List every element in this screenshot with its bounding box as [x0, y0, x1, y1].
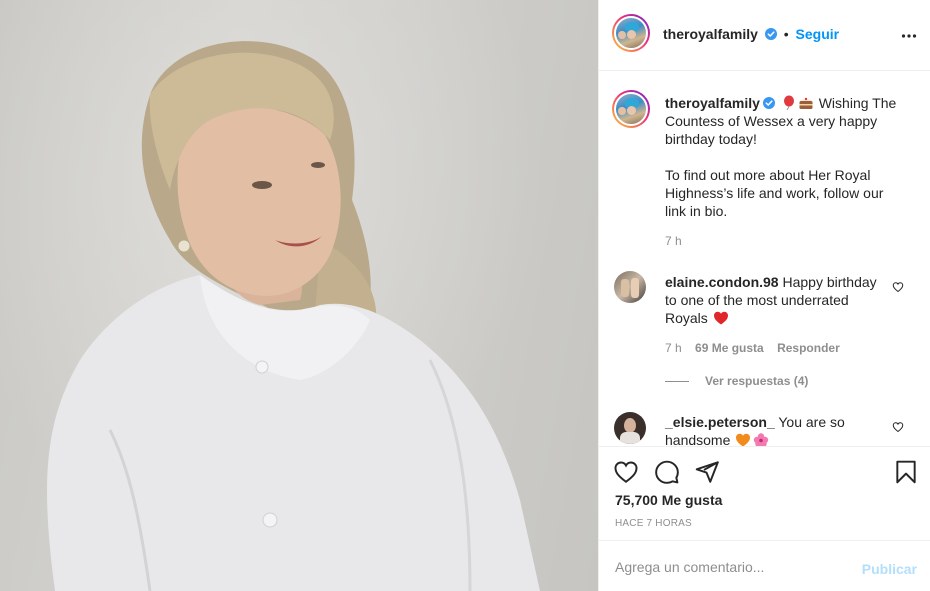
comment-input[interactable] — [615, 557, 845, 577]
caption: theroyalfamily Wishing The Countess of W… — [665, 94, 905, 250]
likes-count[interactable]: 75,700 Me gusta — [615, 492, 722, 508]
comment: elaine.condon.98 Happy birthday to one o… — [665, 273, 885, 327]
comment-meta: 7 h 69 Me gusta Responder — [665, 341, 850, 355]
verified-badge-icon — [764, 28, 777, 40]
comment: _elsie.peterson_ You are so handsome — [665, 413, 885, 446]
replies-divider — [665, 380, 689, 382]
author-username[interactable]: theroyalfamily — [663, 26, 758, 42]
follow-button[interactable]: Seguir — [796, 26, 840, 42]
heart-icon[interactable] — [613, 459, 639, 485]
comment-time[interactable]: 7 h — [665, 341, 682, 355]
commenter-avatar[interactable] — [614, 271, 646, 303]
post-timestamp[interactable]: HACE 7 HORAS — [615, 518, 692, 529]
caption-avatar[interactable] — [612, 90, 650, 128]
orange-heart-emoji — [736, 433, 751, 446]
verified-badge-icon — [762, 97, 775, 109]
publish-button[interactable]: Publicar — [862, 561, 917, 577]
post-details-panel: theroyalfamily • Seguir theroyalfamily W… — [598, 0, 930, 591]
bookmark-icon[interactable] — [893, 459, 919, 485]
like-comment-heart-icon[interactable] — [892, 421, 904, 433]
commenter-avatar[interactable] — [614, 412, 646, 444]
caption-time[interactable]: 7 h — [665, 232, 905, 250]
post-photo[interactable] — [0, 0, 598, 591]
more-options-icon[interactable] — [901, 28, 917, 44]
view-replies-label: Ver respuestas (4) — [705, 374, 809, 388]
reply-button[interactable]: Responder — [777, 341, 840, 355]
like-comment-heart-icon[interactable] — [892, 281, 904, 293]
comment-icon[interactable] — [654, 459, 680, 485]
red-heart-emoji — [713, 311, 728, 325]
portrait-illustration — [47, 41, 541, 591]
caption-text-line2: To find out more about Her Royal Highnes… — [665, 167, 884, 219]
post-header: theroyalfamily • Seguir — [599, 0, 930, 71]
add-comment-bar: Publicar — [599, 540, 930, 591]
balloon-emoji — [783, 95, 794, 111]
author-avatar[interactable] — [612, 14, 650, 52]
comment-likes[interactable]: 69 Me gusta — [695, 341, 764, 355]
view-replies-button[interactable]: Ver respuestas (4) — [665, 374, 808, 388]
cake-emoji — [799, 97, 813, 109]
hibiscus-emoji — [754, 433, 769, 446]
caption-username[interactable]: theroyalfamily — [665, 95, 760, 111]
post-actions: 75,700 Me gusta HACE 7 HORAS — [599, 446, 930, 540]
comment-username[interactable]: _elsie.peterson_ — [665, 414, 775, 430]
comment-username[interactable]: elaine.condon.98 — [665, 274, 779, 290]
comments-list[interactable]: theroyalfamily Wishing The Countess of W… — [599, 71, 930, 446]
share-icon[interactable] — [694, 459, 720, 485]
